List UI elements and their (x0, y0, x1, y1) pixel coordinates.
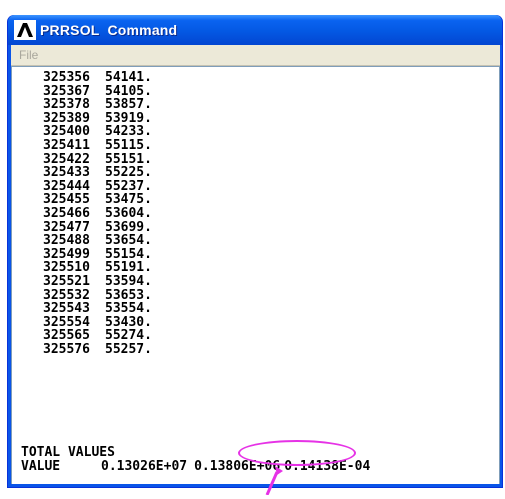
list-item: 325389 53919. (43, 112, 152, 126)
console-output[interactable]: 325356 54141. 325367 54105. 325378 53857. 3… (11, 66, 500, 485)
node-number: 325411 (43, 137, 90, 153)
node-value: 55151. (105, 151, 152, 167)
node-number: 325378 (43, 97, 90, 113)
node-value: 55154. (105, 246, 152, 262)
list-item: 325576 55257. (43, 343, 152, 357)
node-number: 325400 (43, 124, 90, 140)
node-value: 54233. (105, 124, 152, 140)
value-label: VALUE (21, 459, 61, 474)
list-item: 325521 53594. (43, 275, 152, 289)
node-number: 325488 (43, 233, 90, 249)
list-item: 325565 55274. (43, 329, 152, 343)
node-number: 325554 (43, 314, 90, 330)
list-item: 325411 55115. (43, 139, 152, 153)
node-number: 325466 (43, 205, 90, 221)
list-item: 325532 53653. (43, 287, 152, 303)
node-number: 325543 (43, 301, 90, 317)
list-item: 325455 53475. (43, 193, 152, 207)
list-item: 325378 53857. (43, 98, 152, 112)
menu-item-file[interactable]: File (19, 48, 38, 62)
node-value: 53430. (105, 314, 152, 330)
list-item: 325466 53604. (43, 207, 152, 221)
node-value: 55237. (105, 178, 152, 194)
title-bar[interactable]: PRRSOL Command (8, 15, 502, 45)
ansys-logo-icon (14, 20, 36, 40)
node-value: 54141. (105, 70, 152, 85)
list-item: 325422 55151. (43, 151, 152, 167)
node-value: 54105. (105, 83, 152, 99)
node-value: 53653. (105, 287, 152, 303)
node-number: 325532 (43, 287, 90, 303)
node-value: 53654. (105, 233, 152, 249)
total-values-label: TOTAL VALUES (21, 445, 115, 460)
window-title: PRRSOL Command (40, 22, 178, 38)
node-value: 53699. (105, 219, 152, 235)
node-number: 325356 (43, 70, 90, 85)
list-item: 325477 53699. (43, 219, 152, 235)
result-list: 325356 54141. 325367 54105. 325378 53857. 3… (43, 71, 152, 356)
node-number: 325455 (43, 192, 90, 208)
node-number: 325499 (43, 246, 90, 262)
list-item: 325356 54141. (43, 71, 152, 85)
list-item: 325543 53554. (43, 302, 152, 316)
node-value: 55115. (105, 137, 152, 153)
node-number: 325576 (43, 341, 90, 357)
highlight-ellipse (238, 440, 356, 466)
node-value: 55274. (105, 328, 152, 344)
node-value: 53594. (105, 273, 152, 289)
node-value: 53857. (105, 97, 152, 113)
node-number: 325389 (43, 110, 90, 126)
node-number: 325477 (43, 219, 90, 235)
menu-bar: File (11, 45, 500, 66)
node-number: 325422 (43, 151, 90, 167)
node-value: 55257. (105, 341, 152, 357)
node-number: 325521 (43, 273, 90, 289)
list-item: 325444 55237. (43, 180, 152, 194)
list-item: 325433 55225. (43, 166, 152, 180)
node-value: 53554. (105, 301, 152, 317)
list-item: 325510 55191. (43, 261, 152, 275)
node-number: 325510 (43, 260, 90, 276)
node-value: 55225. (105, 165, 152, 181)
node-number: 325367 (43, 83, 90, 99)
node-value: 53604. (105, 205, 152, 221)
prrsol-command-window: PRRSOL Command File 325356 54141. 325367 5… (7, 15, 503, 488)
node-number: 325444 (43, 178, 90, 194)
list-item: 325554 53430. (43, 316, 152, 330)
total-value-1: 0.13026E+07 (101, 459, 188, 474)
node-number: 325565 (43, 328, 90, 344)
node-value: 53475. (105, 192, 152, 208)
list-item: 325400 54233. (43, 125, 152, 139)
node-number: 325433 (43, 165, 90, 181)
list-item: 325367 54105. (43, 83, 152, 99)
list-item: 325488 53654. (43, 234, 152, 248)
node-value: 53919. (105, 110, 152, 126)
node-value: 55191. (105, 260, 152, 276)
arrow-up-icon (255, 466, 285, 496)
list-item: 325499 55154. (43, 248, 152, 262)
